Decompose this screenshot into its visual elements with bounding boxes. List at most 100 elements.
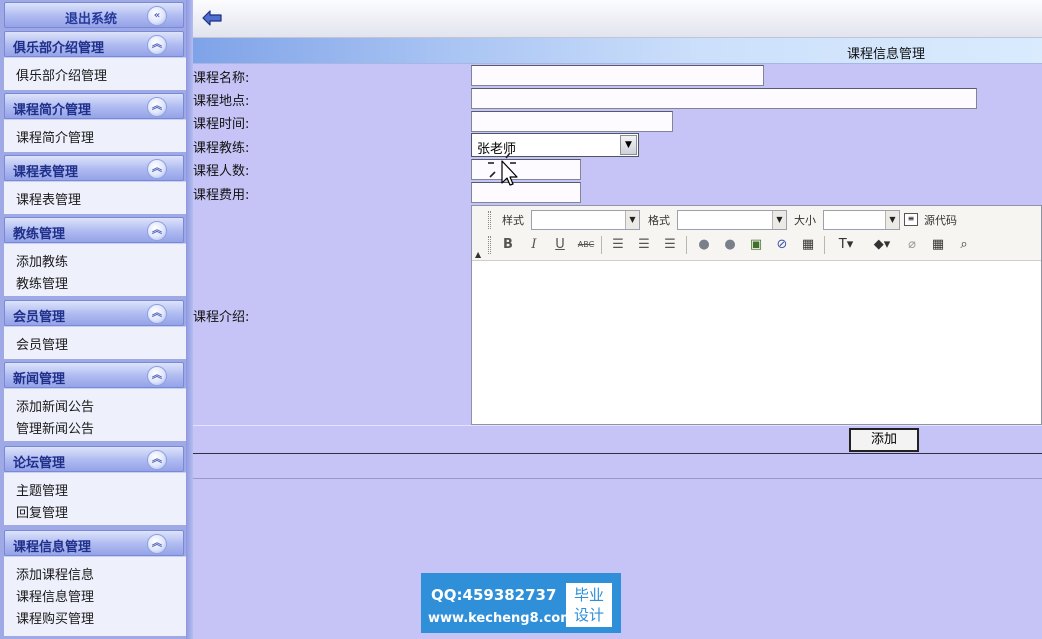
sidebar-group-title: 课程信息管理 — [13, 540, 92, 555]
double-chevron-icon[interactable]: ︽ — [147, 450, 167, 470]
unlink-icon[interactable]: ● — [720, 235, 740, 255]
double-chevron-icon[interactable]: ︽ — [147, 159, 167, 179]
course-fee-label: 课程费用: — [193, 188, 250, 203]
align-center-icon[interactable]: ☰ — [634, 235, 654, 255]
watermark-badge: 毕业 设计 — [566, 583, 612, 627]
double-chevron-icon[interactable]: « — [147, 6, 167, 26]
top-bar — [193, 0, 1042, 38]
image-icon[interactable]: ▣ — [746, 235, 766, 255]
format-label: 格式 — [648, 214, 670, 227]
logout-button[interactable]: 退出系统 « — [4, 2, 184, 28]
sidebar-item-club-intro[interactable]: 俱乐部介绍管理 — [16, 65, 107, 84]
course-name-input[interactable] — [471, 65, 764, 86]
toolbar-grip — [488, 236, 491, 254]
sidebar-panel-club: 俱乐部介绍管理 — [4, 57, 186, 90]
course-location-input[interactable] — [471, 88, 977, 109]
watermark-qq: QQ:459382737 — [431, 586, 557, 604]
sidebar-group-member[interactable]: 会员管理 ︽ — [4, 300, 184, 326]
flash-icon[interactable]: ⊘ — [772, 235, 792, 255]
watermark-badge-line1: 毕业 — [573, 586, 604, 604]
sidebar-item-purchase-manage[interactable]: 课程购买管理 — [16, 608, 94, 627]
page-title: 课程信息管理 — [847, 47, 926, 62]
sidebar-group-news[interactable]: 新闻管理 ︽ — [4, 362, 184, 388]
double-chevron-icon[interactable]: ︽ — [147, 304, 167, 324]
link-icon[interactable]: ● — [694, 235, 714, 255]
dropdown-arrow-icon[interactable]: ▼ — [620, 135, 637, 155]
course-time-input[interactable] — [471, 111, 673, 132]
sidebar-item-coach-manage[interactable]: 教练管理 — [16, 273, 68, 292]
sidebar-item-add-coach[interactable]: 添加教练 — [16, 251, 68, 270]
sidebar-item-add-course[interactable]: 添加课程信息 — [16, 564, 94, 583]
course-intro-label: 课程介绍: — [193, 310, 250, 325]
sidebar-panel-news: 添加新闻公告 管理新闻公告 — [4, 388, 186, 441]
watermark: QQ:459382737 www.kecheng8.com 毕业 设计 — [421, 573, 621, 633]
table-icon[interactable]: ▦ — [798, 235, 818, 255]
toolbar-collapse-icon[interactable]: ▲ — [475, 250, 481, 259]
double-chevron-icon[interactable]: ︽ — [147, 35, 167, 55]
sidebar: 退出系统 « 俱乐部介绍管理 ︽ 俱乐部介绍管理 课程简介管理 ︽ 课程简介管理… — [0, 0, 193, 639]
sidebar-group-course-info[interactable]: 课程信息管理 ︽ — [4, 530, 184, 556]
sidebar-group-coach[interactable]: 教练管理 ︽ — [4, 217, 184, 243]
sidebar-item-reply-manage[interactable]: 回复管理 — [16, 502, 68, 521]
sidebar-group-schedule[interactable]: 课程表管理 ︽ — [4, 155, 184, 181]
text-color-icon[interactable]: T▾ — [832, 235, 860, 255]
sidebar-panel-coach: 添加教练 教练管理 — [4, 243, 186, 296]
sidebar-edge — [186, 0, 193, 639]
course-time-label: 课程时间: — [193, 117, 250, 132]
sidebar-group-title: 新闻管理 — [13, 372, 66, 387]
align-right-icon[interactable]: ☰ — [660, 235, 680, 255]
style-combo[interactable]: ▼ — [531, 210, 640, 230]
sidebar-group-title: 课程简介管理 — [13, 103, 92, 118]
sidebar-group-course-intro[interactable]: 课程简介管理 ︽ — [4, 93, 184, 119]
size-combo[interactable]: ▼ — [823, 210, 900, 230]
strikethrough-button[interactable]: ABC — [576, 235, 596, 255]
sidebar-group-title: 俱乐部介绍管理 — [13, 41, 105, 56]
source-code-icon: ≡ — [904, 213, 918, 226]
bold-button[interactable]: B — [498, 235, 518, 255]
eraser-icon[interactable]: ⌀ — [902, 235, 922, 255]
watermark-site: www.kecheng8.com — [428, 611, 574, 626]
toolbar-separator — [686, 236, 687, 254]
italic-button[interactable]: I — [524, 235, 544, 255]
sidebar-item-news-manage[interactable]: 管理新闻公告 — [16, 418, 94, 437]
logout-label: 退出系统 — [65, 12, 118, 27]
double-chevron-icon[interactable]: ︽ — [147, 366, 167, 386]
sidebar-group-club[interactable]: 俱乐部介绍管理 ︽ — [4, 31, 184, 57]
double-chevron-icon[interactable]: ︽ — [147, 97, 167, 117]
course-location-label: 课程地点: — [193, 94, 250, 109]
align-left-icon[interactable]: ☰ — [608, 235, 628, 255]
sidebar-item-topic-manage[interactable]: 主题管理 — [16, 480, 68, 499]
watermark-badge-line2: 设计 — [573, 606, 604, 624]
toolbar-grip — [488, 211, 491, 229]
sidebar-item-course-intro[interactable]: 课程简介管理 — [16, 127, 94, 146]
format-combo[interactable]: ▼ — [677, 210, 787, 230]
page-title-bar: 课程信息管理 — [193, 38, 1042, 64]
editor-toolbar: ▲ 样式 ▼ 格式 ▼ 大小 ▼ ≡ 源代码 B I U ABC ☰ ☰ ☰ ●… — [472, 206, 1041, 261]
sidebar-item-member-manage[interactable]: 会员管理 — [16, 334, 68, 353]
course-capacity-label: 课程人数: — [193, 164, 250, 179]
course-coach-label: 课程教练: — [193, 141, 250, 156]
sidebar-item-schedule[interactable]: 课程表管理 — [16, 189, 81, 208]
double-chevron-icon[interactable]: ︽ — [147, 534, 167, 554]
sidebar-panel-course-intro: 课程简介管理 — [4, 119, 186, 152]
sidebar-item-course-manage[interactable]: 课程信息管理 — [16, 586, 94, 605]
course-intro-editor[interactable]: ▲ 样式 ▼ 格式 ▼ 大小 ▼ ≡ 源代码 B I U ABC ☰ ☰ ☰ ●… — [471, 205, 1042, 425]
sidebar-item-add-news[interactable]: 添加新闻公告 — [16, 396, 94, 415]
course-name-label: 课程名称: — [193, 71, 250, 86]
underline-button[interactable]: U — [550, 235, 570, 255]
double-chevron-icon[interactable]: ︽ — [147, 221, 167, 241]
preview-icon[interactable]: ⌕ — [954, 235, 974, 255]
chevron-down-icon: ▼ — [772, 211, 786, 229]
toolbar-separator — [601, 236, 602, 254]
back-arrow-icon[interactable] — [201, 8, 223, 28]
sidebar-group-title: 会员管理 — [13, 310, 66, 325]
chevron-down-icon: ▼ — [885, 211, 899, 229]
sidebar-panel-forum: 主题管理 回复管理 — [4, 472, 186, 525]
sidebar-group-forum[interactable]: 论坛管理 ︽ — [4, 446, 184, 472]
bg-color-icon[interactable]: ◆▾ — [868, 235, 896, 255]
sidebar-group-title: 课程表管理 — [13, 165, 79, 180]
content-divider — [193, 478, 1042, 479]
add-button[interactable]: 添加 — [849, 428, 919, 452]
select-all-icon[interactable]: ▦ — [928, 235, 948, 255]
toolbar-separator — [824, 236, 825, 254]
